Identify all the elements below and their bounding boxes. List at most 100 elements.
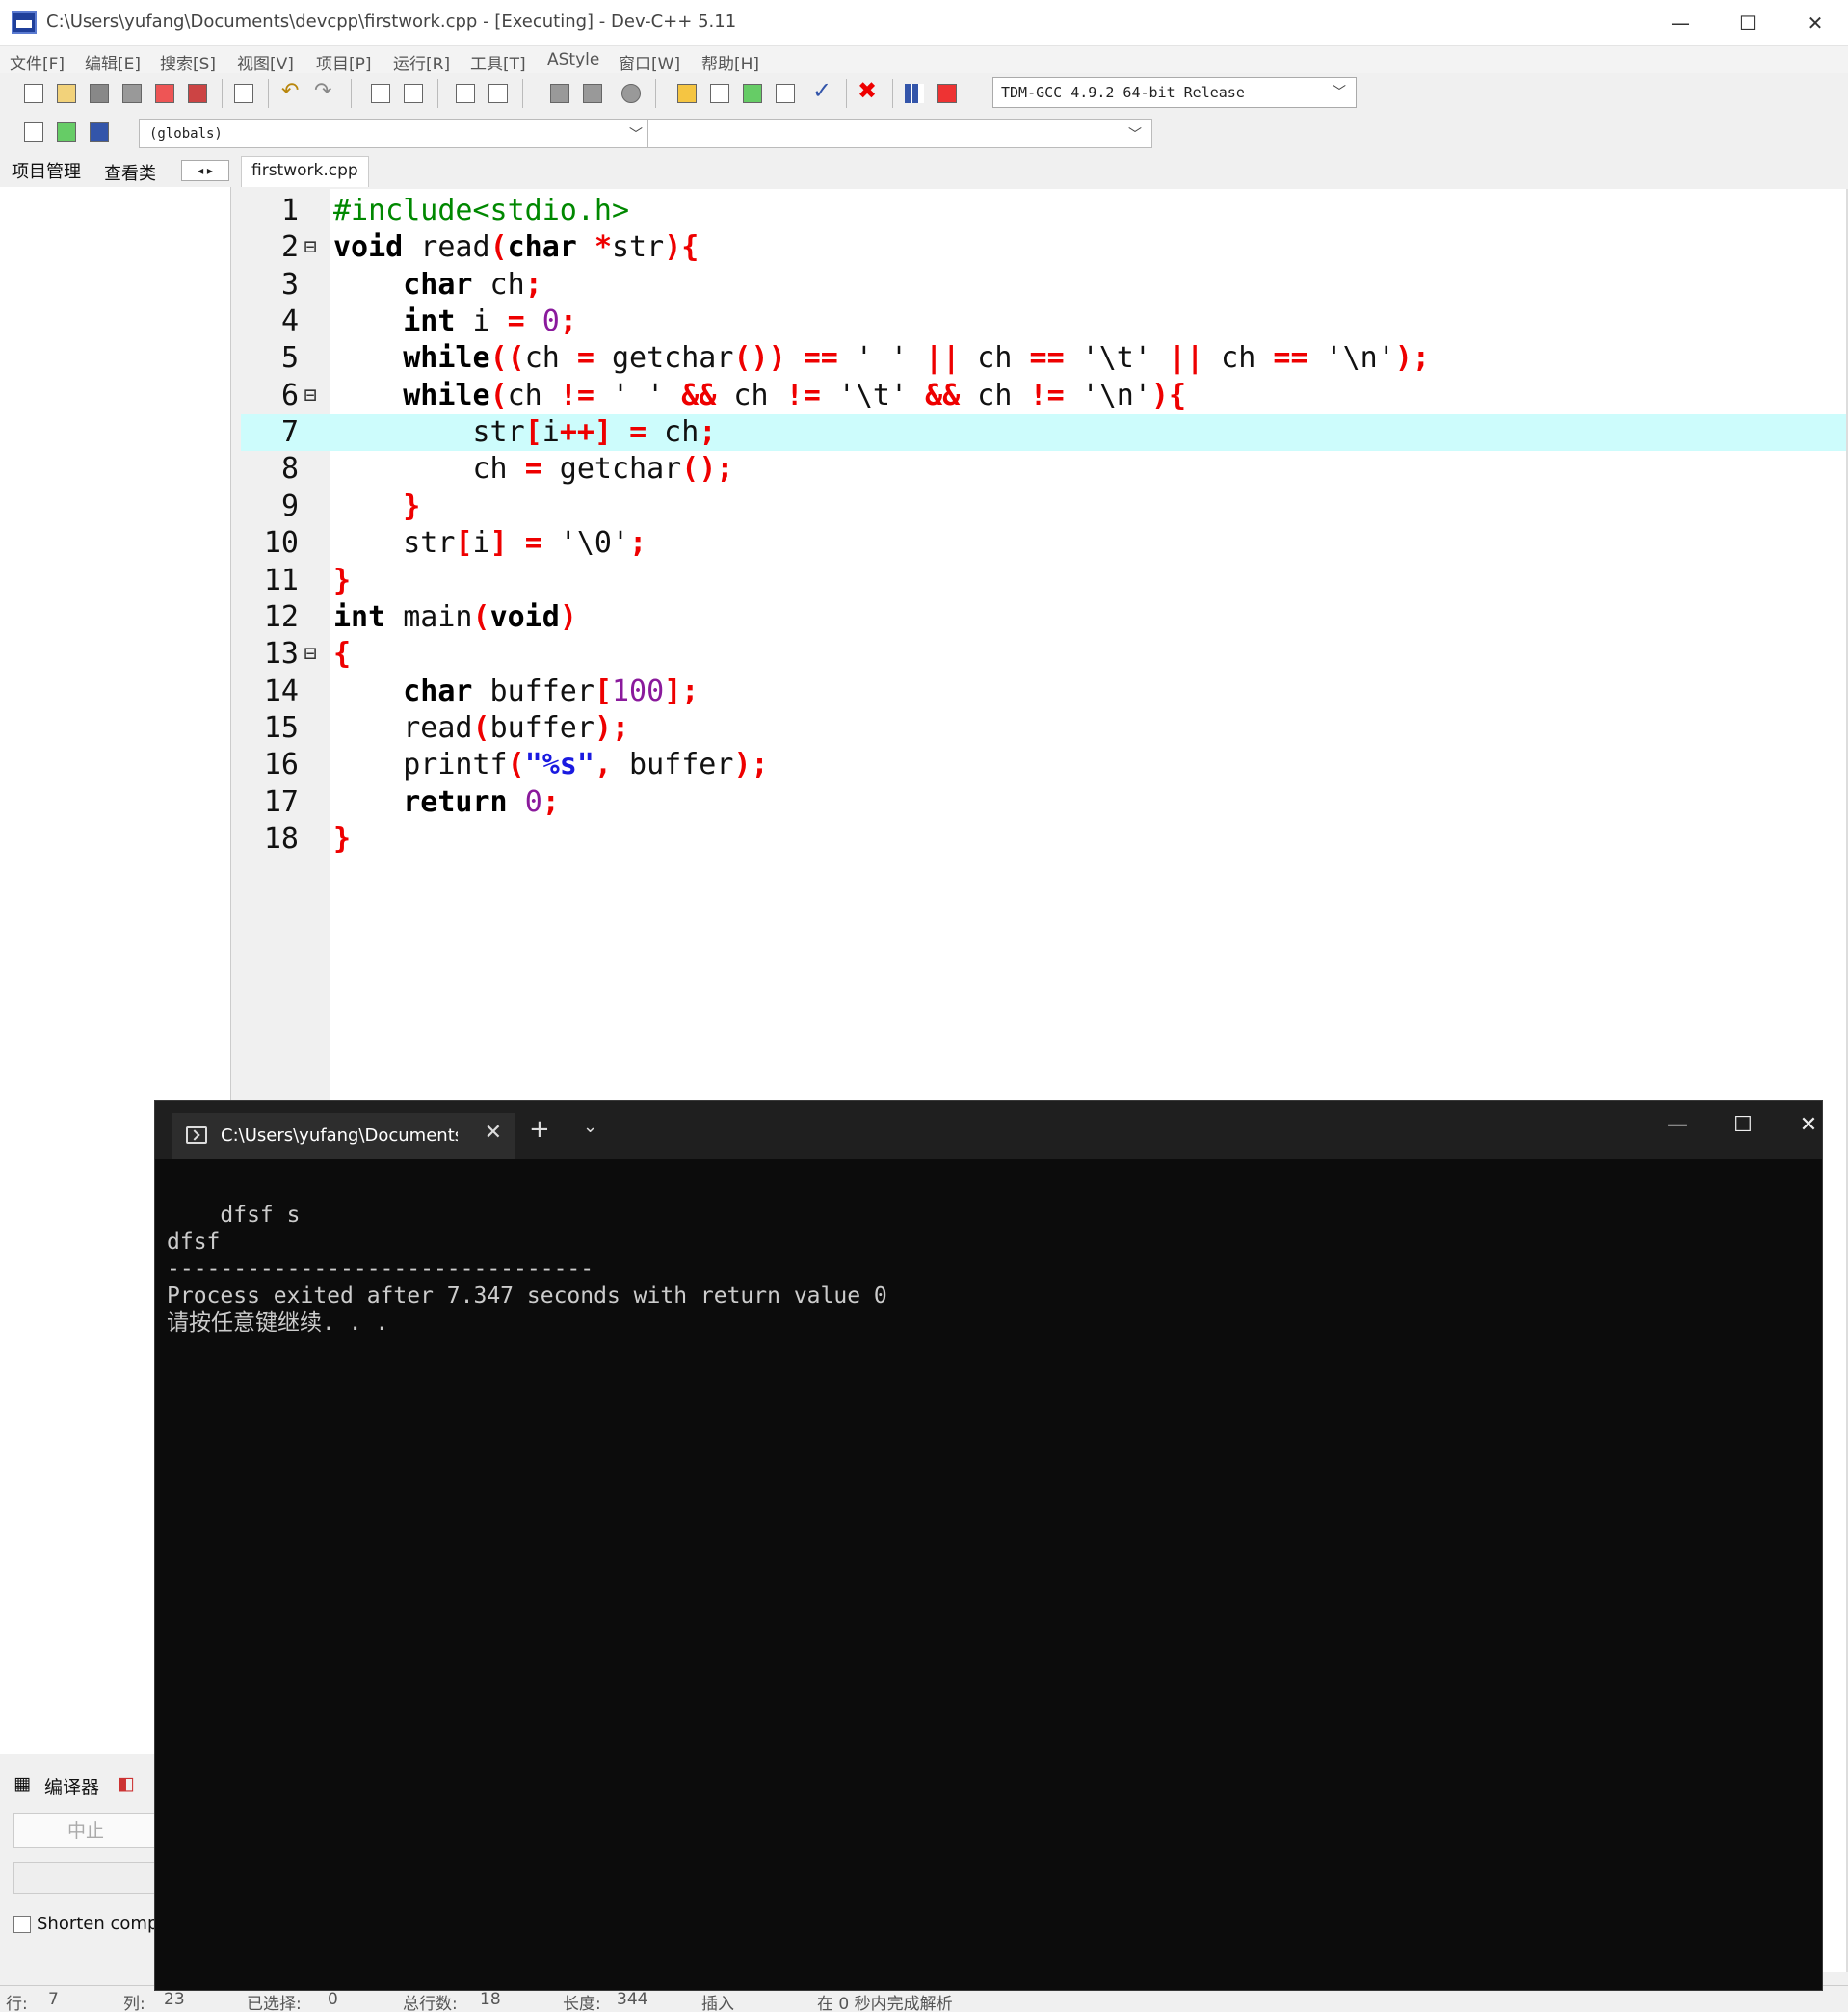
code-line[interactable]: 16 printf("%s", buffer); [241, 747, 1848, 783]
code-line[interactable]: 5 while((ch = getchar()) == ' ' || ch ==… [241, 340, 1848, 377]
console-close-button[interactable]: ✕ [1789, 1113, 1828, 1144]
tab-compiler[interactable]: 编译器 [44, 1773, 99, 1799]
editor-file-tab[interactable]: firstwork.cpp [241, 156, 369, 187]
menu-tools[interactable]: 工具[T] [470, 50, 526, 74]
menu-project[interactable]: 项目[P] [316, 50, 372, 74]
shorten-label: Shorten compil [37, 1914, 169, 1934]
menu-search[interactable]: 搜索[S] [160, 50, 216, 74]
code-line[interactable]: 6 ⊟ while(ch != ' ' && ch != '\t' && ch !… [241, 378, 1848, 414]
print-icon[interactable] [229, 79, 258, 108]
project-options-icon[interactable] [85, 118, 114, 146]
code-text: char buffer[100]; [403, 674, 700, 708]
find-icon[interactable] [366, 79, 395, 108]
bookmark-icon[interactable] [617, 79, 646, 108]
new-project-icon[interactable] [19, 118, 48, 146]
code-line[interactable]: 2 ⊟ void read(char *str){ [241, 229, 1848, 266]
code-text: while(ch != ' ' && ch != '\t' && ch != '… [403, 378, 1187, 412]
indent-icon[interactable] [484, 79, 513, 108]
line-number: 7 [280, 415, 299, 450]
code-line[interactable]: 17 return 0; [241, 784, 1848, 821]
run-icon[interactable] [705, 79, 734, 108]
code-line[interactable]: 3 char ch; [241, 267, 1848, 304]
line-number: 6 [280, 378, 299, 412]
console-window[interactable]: C:\Users\yufang\Documents\c ✕ + ⌄ — ☐ ✕ … [154, 1100, 1823, 1991]
new-tab-plus-icon[interactable]: + [529, 1115, 550, 1144]
status-sel-label: 已选择: [247, 1995, 302, 2012]
code-line[interactable]: 11} [241, 563, 1848, 599]
close-all-icon[interactable] [183, 79, 212, 108]
minimize-button[interactable]: — [1661, 8, 1700, 39]
code-line[interactable]: 7 str[i++] = ch; [241, 414, 1848, 452]
replace-icon[interactable] [399, 79, 428, 108]
chevron-down-icon[interactable]: ⌄ [583, 1117, 597, 1137]
add-to-project-icon[interactable] [52, 118, 81, 146]
console-tab-title: C:\Users\yufang\Documents\c [221, 1125, 458, 1146]
scope-select[interactable]: (globals) ﹀ [139, 119, 653, 148]
status-sel: 0 [328, 1990, 338, 2009]
profile-chart-icon[interactable] [900, 79, 929, 108]
undo-icon[interactable]: ↶ [279, 79, 308, 108]
menu-edit[interactable]: 编辑[E] [85, 50, 141, 74]
compile-icon[interactable] [673, 79, 701, 108]
menu-view[interactable]: 视图[V] [237, 50, 294, 74]
code-line[interactable]: 8 ch = getchar(); [241, 451, 1848, 488]
shorten-checkbox[interactable] [13, 1916, 31, 1933]
menu-help[interactable]: 帮助[H] [701, 50, 759, 74]
chevron-down-icon: ﹀ [629, 127, 643, 143]
debug-icon[interactable] [933, 79, 962, 108]
console-output: dfsf s dfsf ----------------------------… [167, 1203, 887, 1336]
line-number: 17 [263, 784, 299, 819]
code-text: return 0; [403, 784, 560, 819]
class-toolbar: (globals) ﹀ ﹀ [8, 116, 1154, 152]
menu-file[interactable]: 文件[F] [10, 50, 65, 74]
status-len-label: 长度: [563, 1995, 601, 2012]
stop-execution-icon[interactable]: ✖ [854, 77, 883, 108]
menu-window[interactable]: 窗口[W] [619, 50, 680, 74]
console-tab[interactable]: C:\Users\yufang\Documents\c ✕ [172, 1113, 515, 1159]
console-minimize-button[interactable]: — [1658, 1113, 1697, 1144]
compiler-select[interactable]: TDM-GCC 4.9.2 64-bit Release ﹀ [992, 77, 1357, 108]
rebuild-icon[interactable] [771, 79, 800, 108]
forward-icon[interactable] [578, 79, 607, 108]
status-lines-label: 总行数: [403, 1995, 458, 2012]
fold-toggle-icon[interactable]: ⊟ [303, 378, 318, 414]
back-icon[interactable] [545, 79, 574, 108]
save-all-icon[interactable] [118, 79, 146, 108]
code-line[interactable]: 13 ⊟ { [241, 636, 1848, 673]
code-line[interactable]: 1 #include<stdio.h> [241, 193, 1848, 229]
maximize-button[interactable]: ☐ [1729, 8, 1767, 39]
compile-run-icon[interactable] [738, 79, 767, 108]
code-line[interactable]: 9 } [241, 489, 1848, 525]
tab-project-manager[interactable]: 项目管理 [12, 158, 81, 183]
function-select[interactable]: ﹀ [647, 119, 1152, 148]
close-button[interactable]: ✕ [1796, 8, 1835, 39]
fold-toggle-icon[interactable]: ⊟ [303, 636, 318, 673]
code-line[interactable]: 14 char buffer[100]; [241, 674, 1848, 710]
open-file-icon[interactable] [52, 79, 81, 108]
code-line[interactable]: 12 int main(void) [241, 599, 1848, 636]
syntax-check-icon[interactable]: ✓ [809, 77, 838, 108]
code-text: int i = 0; [403, 304, 577, 339]
fold-toggle-icon[interactable]: ⊟ [303, 229, 318, 266]
code-line[interactable]: 18} [241, 821, 1848, 858]
close-file-icon[interactable] [150, 79, 179, 108]
menu-astyle[interactable]: AStyle [547, 50, 599, 69]
status-len: 344 [617, 1990, 648, 2009]
tab-class-browser[interactable]: 查看类 [104, 160, 156, 185]
resources-icon[interactable]: ◧ [118, 1773, 135, 1794]
tab-scroll-arrows[interactable]: ◂ ▸ [181, 160, 229, 181]
code-line[interactable]: 4 int i = 0; [241, 304, 1848, 340]
code-line[interactable]: 15 read(buffer); [241, 710, 1848, 747]
save-icon[interactable] [85, 79, 114, 108]
close-icon[interactable]: ✕ [485, 1121, 502, 1145]
devcpp-app-icon [12, 11, 37, 34]
status-insert-mode: 插入 [701, 1995, 734, 2012]
status-row-label: 行: [6, 1995, 28, 2012]
code-line[interactable]: 10 str[i] = '\0'; [241, 525, 1848, 562]
goto-line-icon[interactable] [451, 79, 480, 108]
new-file-icon[interactable] [19, 79, 48, 108]
redo-icon[interactable]: ↷ [312, 79, 341, 108]
menu-run[interactable]: 运行[R] [393, 50, 450, 74]
console-maximize-button[interactable]: ☐ [1724, 1113, 1762, 1144]
abort-button[interactable]: 中止 [13, 1813, 158, 1848]
